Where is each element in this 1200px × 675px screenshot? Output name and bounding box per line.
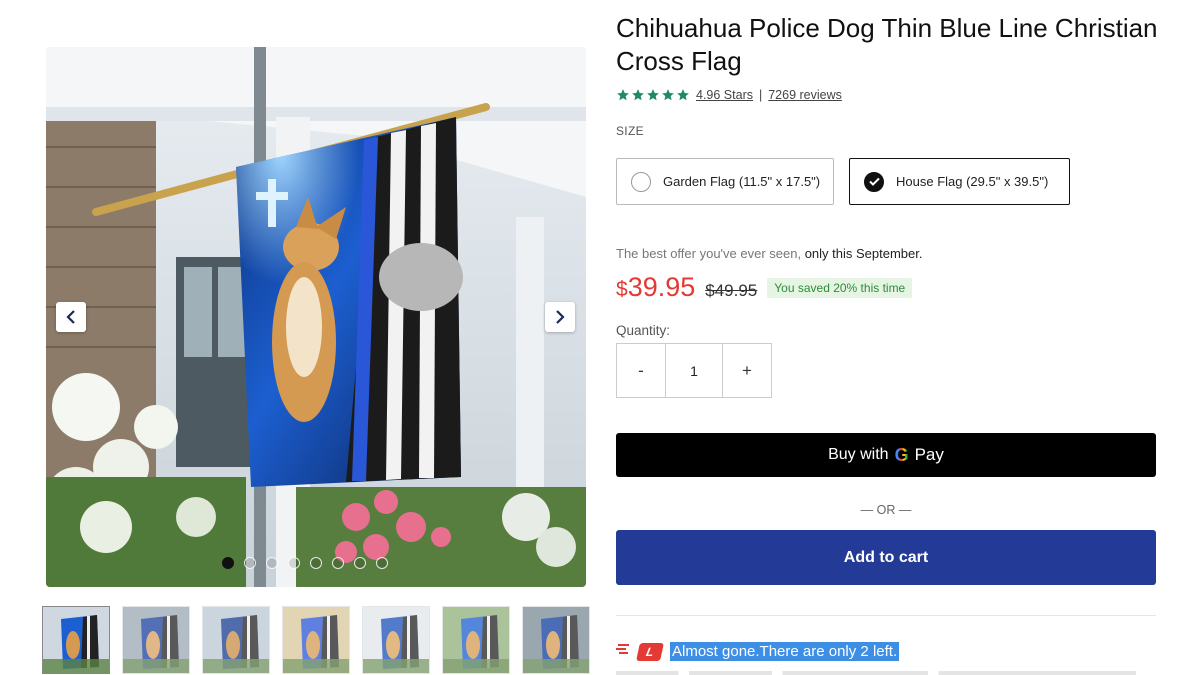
size-option-label: House Flag (29.5" x 39.5") — [896, 174, 1049, 189]
chevron-right-icon — [556, 310, 565, 324]
carousel-dot[interactable] — [244, 557, 256, 569]
speed-lines-icon — [616, 642, 630, 661]
product-thumbnail[interactable] — [282, 606, 350, 674]
reviews-link[interactable]: 7269 reviews — [768, 88, 842, 102]
carousel-dot[interactable] — [332, 557, 344, 569]
offer-text: The best offer you've ever seen, only th… — [616, 246, 923, 261]
carousel-dot[interactable] — [266, 557, 278, 569]
add-to-cart-button[interactable]: Add to cart — [616, 530, 1156, 585]
product-thumbnail[interactable] — [362, 606, 430, 674]
gpay-prefix: Buy with — [828, 446, 889, 463]
star-icon — [632, 89, 644, 101]
star-rating — [616, 88, 690, 102]
stock-alert: L Almost gone.There are only 2 left. — [616, 642, 900, 661]
rating-separator: | — [758, 88, 763, 102]
carousel-dot[interactable] — [354, 557, 366, 569]
star-icon — [662, 89, 674, 101]
rating-row: 4.96 Stars | 7269 reviews — [616, 88, 842, 102]
star-icon — [677, 89, 689, 101]
quantity-input[interactable] — [665, 344, 723, 397]
product-title: Chihuahua Police Dog Thin Blue Line Chri… — [616, 13, 1158, 76]
product-thumbnail[interactable] — [202, 606, 270, 674]
price-row: $39.95 $49.95 You saved 20% this time — [616, 272, 913, 303]
savings-badge: You saved 20% this time — [767, 278, 913, 298]
product-thumbnail[interactable] — [522, 606, 590, 674]
quantity-stepper: - + — [616, 343, 772, 398]
chevron-left-icon — [66, 310, 75, 324]
product-thumbnail[interactable] — [122, 606, 190, 674]
carousel-dot[interactable] — [288, 557, 300, 569]
quantity-label: Quantity: — [616, 323, 671, 338]
carousel-dot[interactable] — [310, 557, 322, 569]
or-divider: — OR — — [860, 503, 912, 517]
image-dots — [222, 557, 388, 569]
original-price: $49.95 — [705, 281, 758, 300]
main-product-image[interactable] — [46, 47, 586, 587]
offer-prefix: The best offer you've ever seen, — [616, 246, 802, 261]
carousel-dot[interactable] — [222, 557, 234, 569]
next-image-button[interactable] — [545, 302, 575, 332]
product-thumbnail[interactable] — [42, 606, 110, 674]
stock-text-a: Almost gone. — [672, 643, 760, 660]
previous-image-button[interactable] — [56, 302, 86, 332]
product-thumbnail[interactable] — [442, 606, 510, 674]
stock-message: Almost gone.There are only 2 left. — [670, 642, 900, 661]
star-icon — [617, 89, 629, 101]
google-g-icon: G — [894, 444, 909, 465]
cut-off-text — [616, 671, 1136, 675]
size-option-label: Garden Flag (11.5" x 17.5") — [663, 174, 821, 189]
offer-highlight: only this September. — [804, 246, 923, 261]
rating-link[interactable]: 4.96 Stars — [696, 88, 753, 102]
carousel-dot[interactable] — [376, 557, 388, 569]
current-price: $39.95 — [616, 272, 695, 303]
flag-photo — [46, 47, 586, 587]
gpay-suffix: Pay — [914, 445, 944, 464]
section-divider — [616, 615, 1156, 616]
currency-symbol: $ — [616, 278, 628, 301]
size-label: SIZE — [616, 124, 644, 138]
star-icon — [647, 89, 659, 101]
size-option-garden-flag[interactable]: Garden Flag (11.5" x 17.5") — [616, 158, 834, 205]
check-circle-icon — [864, 171, 884, 192]
radio-unchecked-icon — [631, 171, 651, 192]
thumbnail-strip — [42, 606, 590, 674]
size-option-house-flag[interactable]: House Flag (29.5" x 39.5") — [849, 158, 1070, 205]
quantity-decrease-button[interactable]: - — [617, 344, 665, 397]
quantity-increase-button[interactable]: + — [723, 344, 771, 397]
low-stock-badge: L — [636, 642, 664, 661]
stock-text-b: There are only 2 left. — [759, 643, 898, 660]
buy-with-google-pay-button[interactable]: Buy with G Pay — [616, 433, 1156, 477]
price-value: 39.95 — [627, 272, 696, 302]
